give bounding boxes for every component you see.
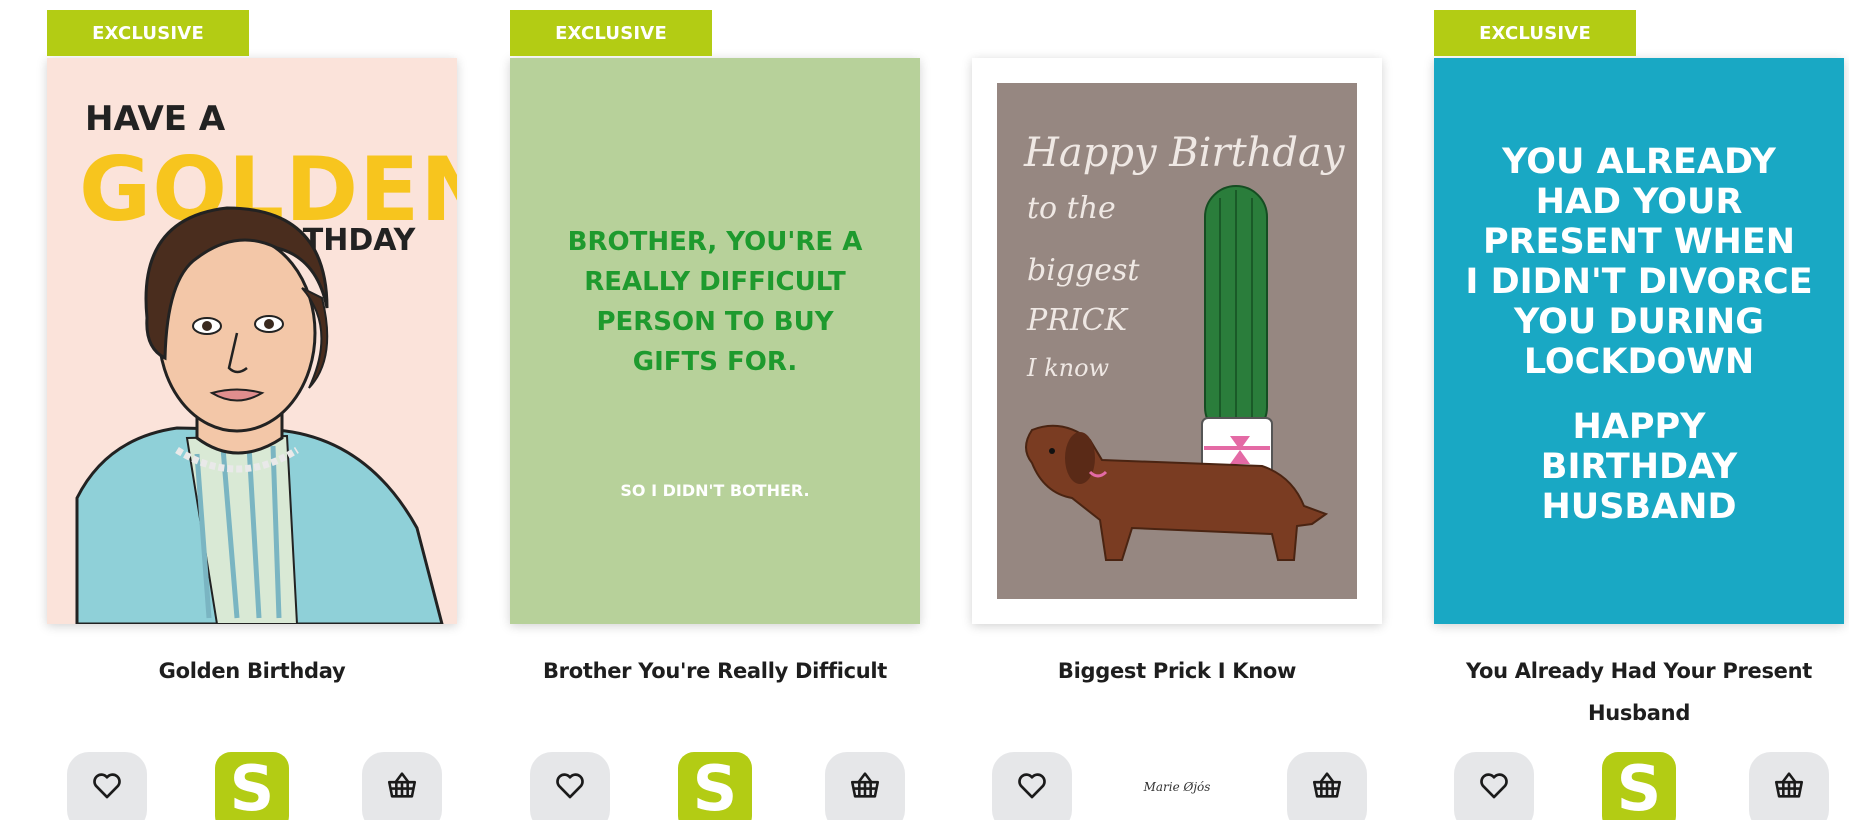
brand-signature: Marie Øjós (1143, 780, 1211, 794)
card-text-line: PRESENT WHEN (1483, 222, 1795, 262)
brand-logo-letter: S (692, 752, 738, 820)
card-text-line: biggest (1027, 253, 1140, 288)
card-text-line: Happy Birthday (1023, 130, 1346, 176)
card-text-line: I know (1026, 354, 1110, 382)
basket-icon (1312, 772, 1342, 798)
product-title-line: You Already Had Your Present (1466, 659, 1812, 683)
heart-icon (1480, 773, 1508, 799)
card-image[interactable]: HAVE A GOLDEN BIRTHDAY (47, 58, 457, 624)
card-text-line: to the (1027, 191, 1116, 226)
card-image[interactable]: BROTHER, YOU'RE A REALLY DIFFICULT PERSO… (510, 58, 920, 624)
brand-logo: S (678, 752, 752, 820)
product-title[interactable]: Biggest Prick I Know (972, 650, 1382, 692)
card-text-line: HAD YOUR (1536, 182, 1743, 222)
exclusive-badge: EXCLUSIVE (510, 10, 712, 56)
heart-icon (1018, 773, 1046, 799)
card-text-line: YOU DURING (1513, 302, 1764, 342)
exclusive-badge: EXCLUSIVE (1434, 10, 1636, 56)
product-card: EXCLUSIVE BROTHER, YOU'RE A REALLY DIFFI… (510, 0, 930, 820)
card-image[interactable]: YOU ALREADY HAD YOUR PRESENT WHEN I DIDN… (1434, 58, 1844, 624)
card-text-line: HUSBAND (1541, 487, 1736, 527)
wishlist-button[interactable] (1454, 752, 1534, 820)
basket-icon (1774, 772, 1804, 798)
heart-icon (556, 773, 584, 799)
product-actions: Marie Øjós (972, 752, 1382, 820)
card-text-line: GIFTS FOR. (633, 347, 798, 377)
add-to-basket-button[interactable] (1749, 752, 1829, 820)
add-to-basket-button[interactable] (825, 752, 905, 820)
wishlist-button[interactable] (530, 752, 610, 820)
product-actions: S (47, 752, 457, 820)
product-title[interactable]: Golden Birthday (47, 650, 457, 692)
card-text-line: I DIDN'T DIVORCE (1465, 262, 1812, 302)
brand-logo: S (1602, 752, 1676, 820)
brand-logo-letter: S (1616, 752, 1662, 820)
product-title-line: Husband (1587, 701, 1691, 725)
card-text-line: LOCKDOWN (1524, 342, 1754, 382)
exclusive-badge: EXCLUSIVE (47, 10, 249, 56)
card-text-line: BIRTHDAY (1541, 447, 1738, 487)
card-image[interactable]: Happy Birthday to the biggest PRICK I kn… (972, 58, 1382, 624)
product-card: Happy Birthday to the biggest PRICK I kn… (972, 0, 1392, 820)
card-text-line: YOU ALREADY (1501, 142, 1776, 182)
product-title[interactable]: Brother You're Really Difficult (510, 650, 920, 692)
wishlist-button[interactable] (992, 752, 1072, 820)
heart-icon (93, 773, 121, 799)
card-text-line: HAPPY (1572, 407, 1706, 447)
brand-logo: S (215, 752, 289, 820)
wishlist-button[interactable] (67, 752, 147, 820)
basket-icon (850, 772, 880, 798)
card-text-line: REALLY DIFFICULT (584, 267, 846, 297)
product-title[interactable]: You Already Had Your Present Husband (1434, 650, 1844, 734)
card-text-line: PERSON TO BUY (596, 307, 834, 337)
product-actions: S (1434, 752, 1844, 820)
card-artwork: YOU ALREADY HAD YOUR PRESENT WHEN I DIDN… (1434, 58, 1844, 624)
add-to-basket-button[interactable] (1287, 752, 1367, 820)
brand-logo-letter: S (229, 752, 275, 820)
card-artwork: Happy Birthday to the biggest PRICK I kn… (972, 58, 1382, 624)
card-text-line: HAVE A (85, 99, 226, 139)
product-card: EXCLUSIVE HAVE A GOLDEN BIRTHDAY Golden … (47, 0, 467, 820)
add-to-basket-button[interactable] (362, 752, 442, 820)
product-card: EXCLUSIVE YOU ALREADY HAD YOUR PRESENT W… (1434, 0, 1849, 820)
product-actions: S (510, 752, 920, 820)
card-text-line: PRICK (1026, 303, 1129, 338)
card-artwork: HAVE A GOLDEN BIRTHDAY (47, 58, 457, 624)
card-artwork: BROTHER, YOU'RE A REALLY DIFFICULT PERSO… (510, 58, 920, 624)
basket-icon (387, 772, 417, 798)
card-text-line: BROTHER, YOU'RE A (568, 227, 863, 257)
card-text-line: SO I DIDN'T BOTHER. (620, 481, 809, 500)
